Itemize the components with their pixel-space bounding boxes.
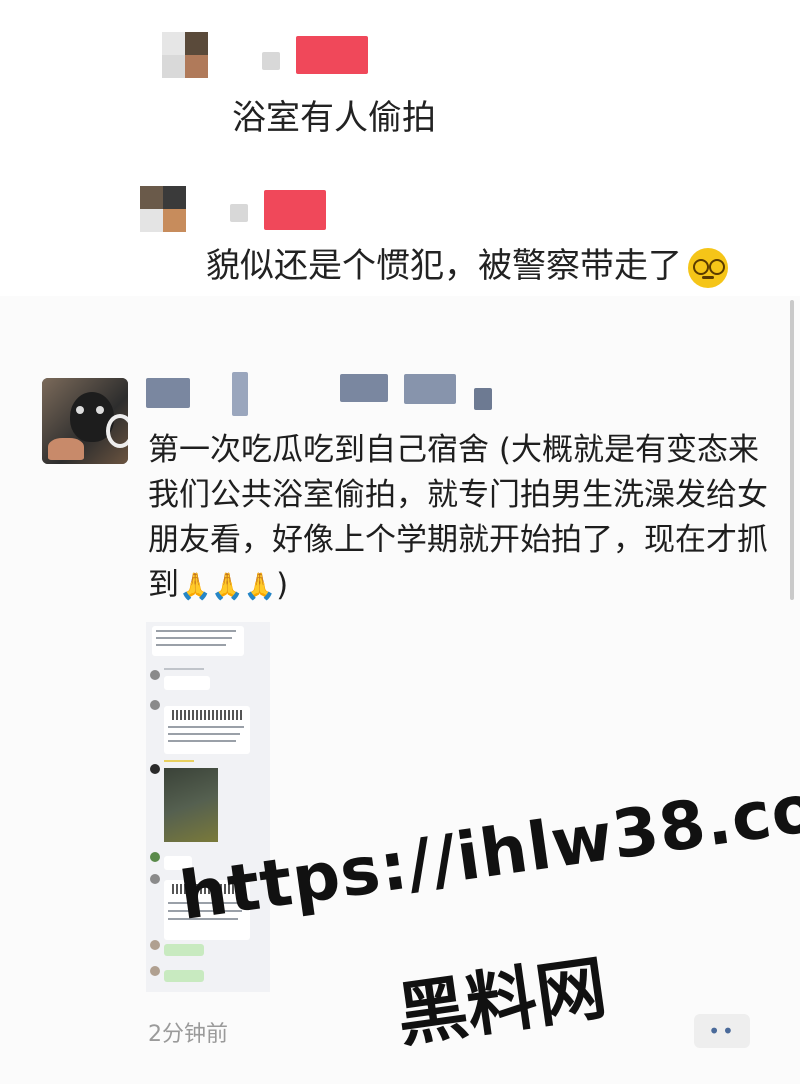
chat-screenshot-image[interactable] xyxy=(146,622,270,992)
poster-name-blur[interactable] xyxy=(474,388,492,410)
username-blur[interactable] xyxy=(262,52,280,70)
comment-avatar[interactable] xyxy=(162,32,208,78)
username-blur[interactable] xyxy=(296,36,368,74)
comment-text-content: 貌似还是个惯犯，被警察带走了 xyxy=(206,246,682,286)
comment-text: 貌似还是个惯犯，被警察带走了 xyxy=(206,238,728,288)
comment-text: 浴室有人偷拍 xyxy=(232,98,436,138)
post-closing: ) xyxy=(276,567,289,603)
post-avatar[interactable] xyxy=(42,378,128,464)
username-blur[interactable] xyxy=(230,204,248,222)
post-text: 第一次吃瓜吃到自己宿舍 (大概就是有变态来我们公共浴室偷拍，就专门拍男生洗澡发给… xyxy=(148,428,768,610)
poster-name-blur[interactable] xyxy=(146,378,190,408)
poster-name-blur[interactable] xyxy=(232,372,248,416)
post-timestamp: 2分钟前 xyxy=(148,1022,228,1047)
more-actions-button[interactable]: •• xyxy=(694,1014,750,1048)
scrollbar[interactable] xyxy=(790,300,794,600)
comment-avatar[interactable] xyxy=(140,186,186,232)
poster-name-blur[interactable] xyxy=(404,374,456,404)
dizzy-face-icon xyxy=(688,247,728,288)
folded-hands-icon: 🙏🙏🙏 xyxy=(179,572,277,602)
username-blur[interactable] xyxy=(264,190,326,230)
poster-name-blur[interactable] xyxy=(340,374,388,402)
